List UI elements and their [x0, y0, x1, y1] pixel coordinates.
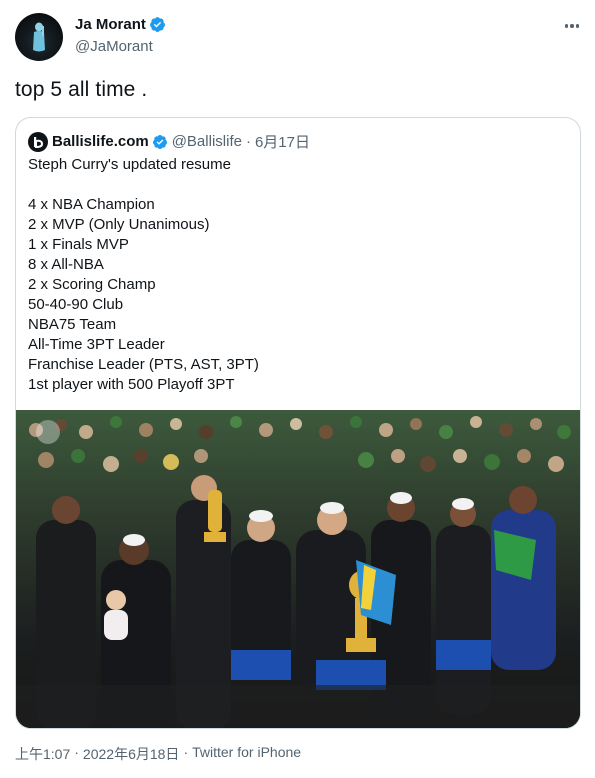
separator-dot: ·: [74, 744, 79, 760]
separator-dot: ·: [183, 744, 189, 760]
quoted-line: NBA75 Team: [28, 316, 117, 333]
quoted-line: All-Time 3PT Leader: [28, 336, 165, 353]
quoted-line: 2 x MVP (Only Unanimous): [28, 216, 210, 233]
quoted-line: 50-40-90 Club: [28, 296, 124, 313]
quoted-line: Franchise Leader (PTS, AST, 3PT): [28, 356, 259, 373]
tweet-time[interactable]: 上午1:07: [15, 744, 70, 764]
tweet-text: top 5 all time .: [15, 78, 148, 101]
quoted-line: 4 x NBA Champion: [28, 196, 155, 213]
quoted-line: 2 x Scoring Champ: [28, 276, 156, 293]
author-handle[interactable]: @JaMorant: [75, 38, 153, 55]
quoted-handle[interactable]: @Ballislife: [172, 133, 242, 150]
verified-badge-icon: [149, 17, 165, 32]
quoted-line: [28, 175, 259, 195]
quoted-line: 8 x All-NBA: [28, 256, 104, 273]
more-options-button[interactable]: [560, 14, 584, 38]
tweet: Ja Morant @JaMorant top 5 all time . Bal…: [0, 0, 595, 778]
ballislife-logo-icon[interactable]: [28, 131, 48, 152]
author-name-row: Ja Morant: [75, 16, 166, 33]
quoted-tweet-card[interactable]: Ballislife.com @Ballislife · 6月17日 Steph…: [15, 117, 581, 729]
avatar-figure-icon: [33, 22, 45, 52]
separator-dot: ·: [245, 133, 251, 150]
verified-badge-icon: [152, 134, 167, 149]
quoted-tweet-text: Steph Curry's updated resume 4 x NBA Cha…: [28, 155, 259, 395]
avatar[interactable]: [15, 13, 63, 61]
quoted-line: 1st player with 500 Playoff 3PT: [28, 376, 235, 393]
quoted-date[interactable]: 6月17日: [255, 131, 310, 152]
quoted-line: 1 x Finals MVP: [28, 236, 129, 253]
quoted-tweet-header: Ballislife.com @Ballislife · 6月17日: [28, 131, 310, 152]
quoted-media-photo[interactable]: [16, 410, 580, 728]
quoted-display-name[interactable]: Ballislife.com: [52, 133, 149, 150]
championship-celebration-photo: [16, 410, 580, 728]
tweet-date[interactable]: 2022年6月18日: [83, 744, 180, 764]
quoted-line: Steph Curry's updated resume: [28, 156, 231, 173]
tweet-meta: 上午1:07 · 2022年6月18日 · Twitter for iPhone: [15, 744, 301, 764]
tweet-source[interactable]: Twitter for iPhone: [192, 744, 301, 764]
more-horizontal-icon: [564, 24, 569, 28]
author-display-name[interactable]: Ja Morant: [75, 16, 146, 33]
